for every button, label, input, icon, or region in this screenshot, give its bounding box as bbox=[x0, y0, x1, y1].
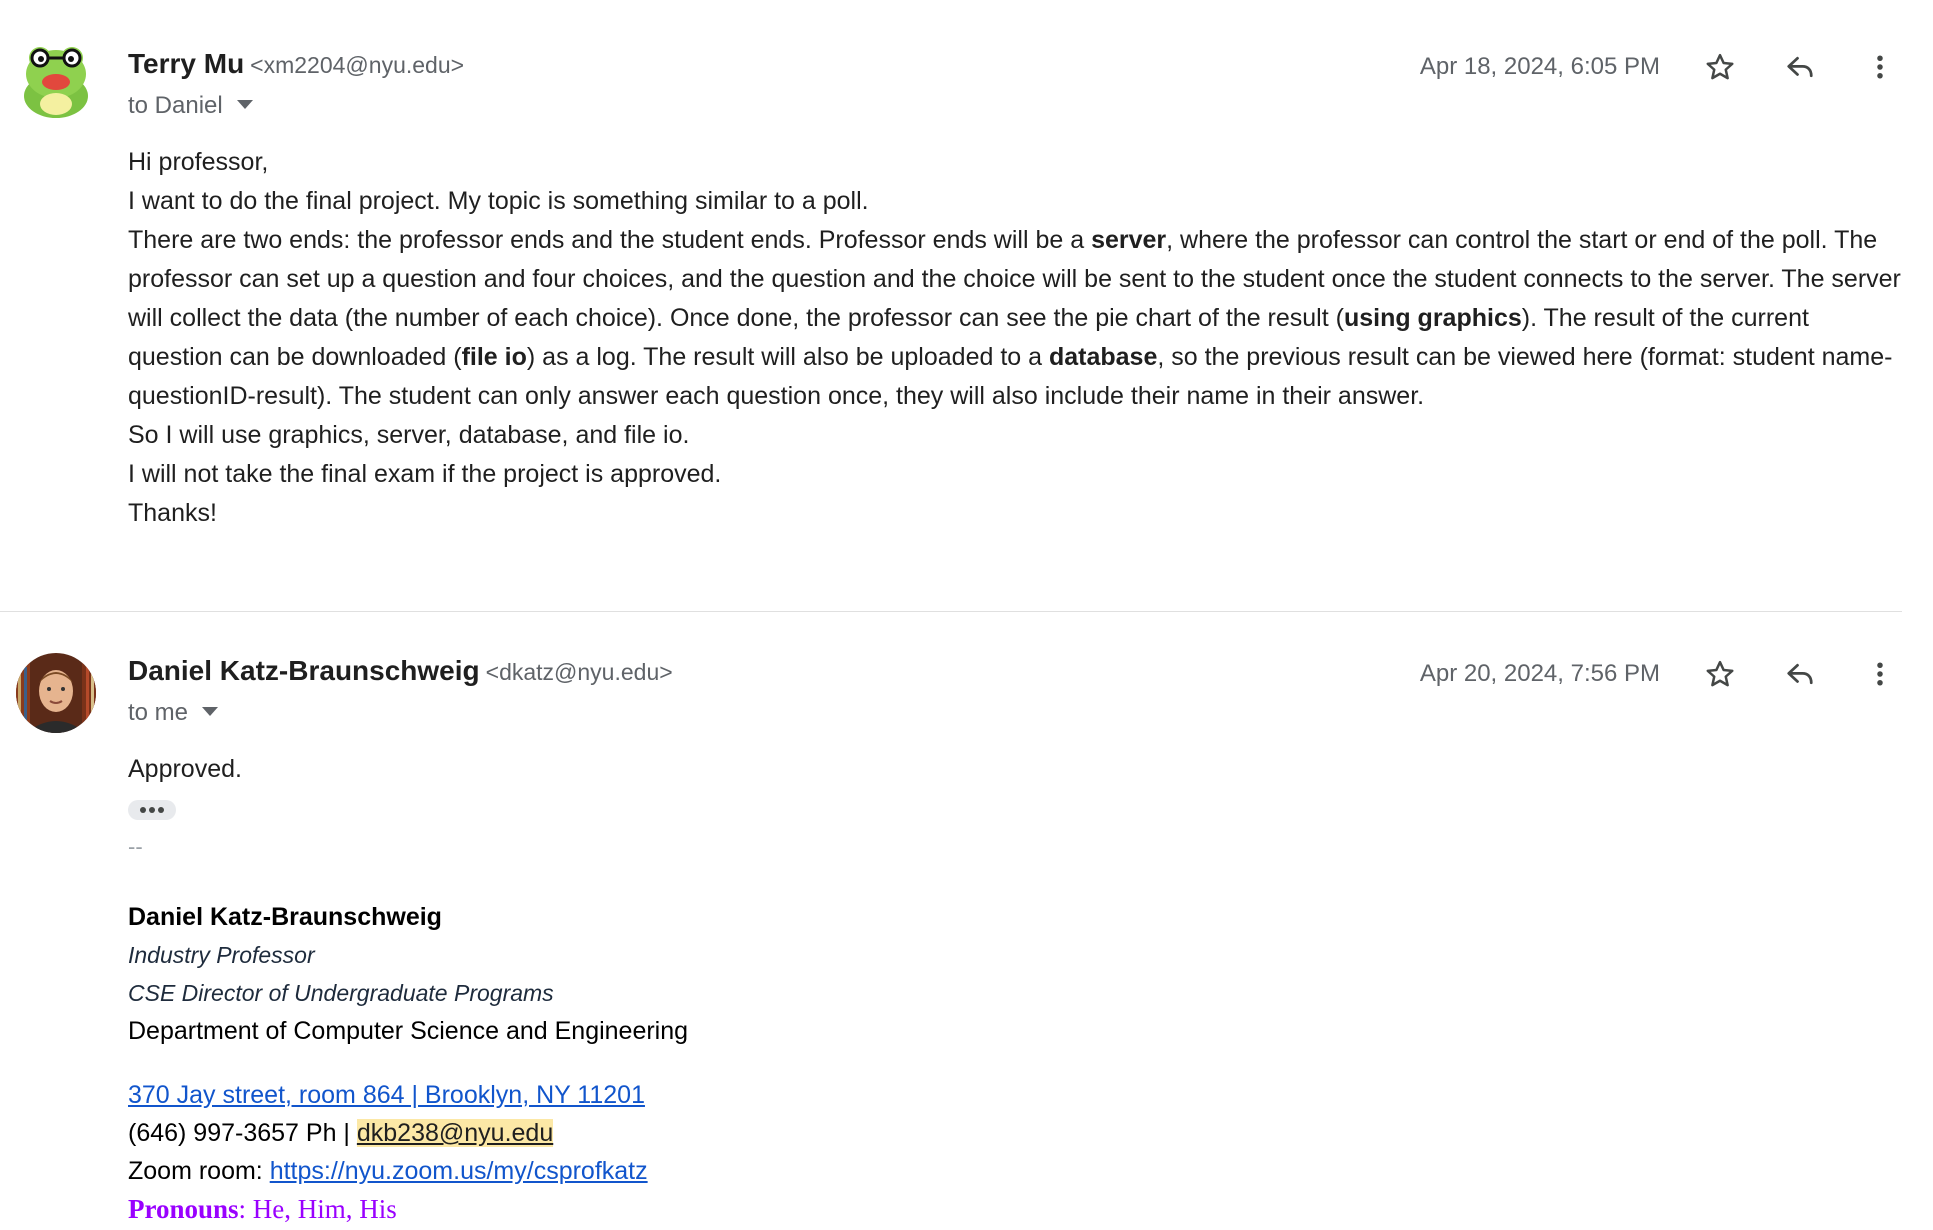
message-date: Apr 18, 2024, 6:05 PM bbox=[1419, 53, 1660, 80]
signature-name: Daniel Katz-Braunschweig bbox=[128, 903, 442, 931]
body-paragraph: So I will use graphics, server, database… bbox=[128, 421, 690, 449]
star-icon bbox=[1706, 53, 1734, 80]
zoom-label: Zoom room: bbox=[128, 1157, 270, 1185]
message-date: Apr 20, 2024, 7:56 PM bbox=[1419, 660, 1660, 687]
sender-line: Daniel Katz-Braunschweig <dkatz@nyu.edu> bbox=[128, 655, 673, 687]
recipient-line[interactable]: to me bbox=[128, 699, 219, 727]
chevron-down-icon[interactable] bbox=[202, 707, 219, 717]
avatar[interactable] bbox=[16, 653, 96, 733]
sender-name[interactable]: Terry Mu bbox=[128, 48, 244, 79]
signature-department: Department of Computer Science and Engin… bbox=[128, 1017, 689, 1045]
phone-number: (646) 997-3657 Ph | bbox=[128, 1119, 357, 1147]
signature: Daniel Katz-Braunschweig Industry Profes… bbox=[128, 898, 688, 1228]
chevron-down-icon[interactable] bbox=[236, 100, 253, 110]
more-horiz-icon bbox=[128, 800, 176, 820]
pronouns-value: : He, Him, His bbox=[238, 1194, 397, 1224]
body-paragraph: There are two ends: the professor ends a… bbox=[128, 226, 1901, 410]
email-link[interactable]: dkb238@nyu.edu bbox=[356, 1119, 554, 1147]
star-button[interactable] bbox=[1696, 650, 1744, 698]
zoom-line: Zoom room: https://nyu.zoom.us/my/csprof… bbox=[128, 1152, 688, 1190]
body-paragraph: Thanks! bbox=[128, 499, 217, 527]
reply-icon bbox=[1787, 663, 1813, 685]
sender-email: <xm2204@nyu.edu> bbox=[250, 52, 465, 78]
more-vert-icon bbox=[1877, 55, 1883, 79]
reply-button[interactable] bbox=[1776, 43, 1824, 91]
recipient-label: to Daniel bbox=[128, 92, 223, 119]
message-body: Approved. bbox=[128, 750, 1908, 789]
signature-title: CSE Director of Undergraduate Programs bbox=[128, 980, 554, 1006]
star-button[interactable] bbox=[1696, 43, 1744, 91]
message-body: Hi professor, I want to do the final pro… bbox=[128, 143, 1908, 533]
phone-line: (646) 997-3657 Ph | dkb238@nyu.edu bbox=[128, 1114, 688, 1152]
body-paragraph: Approved. bbox=[128, 755, 242, 783]
more-vert-icon bbox=[1877, 662, 1883, 686]
more-options-button[interactable] bbox=[1856, 43, 1904, 91]
sender-line: Terry Mu <xm2204@nyu.edu> bbox=[128, 48, 464, 80]
pronouns-line: Pronouns: He, Him, His bbox=[128, 1190, 688, 1228]
sender-email: <dkatz@nyu.edu> bbox=[485, 659, 673, 685]
body-paragraph: Hi professor, bbox=[128, 148, 269, 176]
body-paragraph: I will not take the final exam if the pr… bbox=[128, 460, 722, 488]
sender-name[interactable]: Daniel Katz-Braunschweig bbox=[128, 655, 480, 686]
reply-button[interactable] bbox=[1776, 650, 1824, 698]
zoom-link[interactable]: https://nyu.zoom.us/my/csprofkatz bbox=[270, 1157, 648, 1185]
recipient-line[interactable]: to Daniel bbox=[128, 92, 253, 120]
body-paragraph: I want to do the final project. My topic… bbox=[128, 187, 869, 215]
recipient-label: to me bbox=[128, 699, 189, 726]
address-link[interactable]: 370 Jay street, room 864 | Brooklyn, NY … bbox=[128, 1081, 645, 1109]
more-options-button[interactable] bbox=[1856, 650, 1904, 698]
star-icon bbox=[1706, 660, 1734, 687]
show-trimmed-content-button[interactable] bbox=[128, 800, 176, 820]
signature-separator: -- bbox=[128, 834, 143, 859]
signature-title: Industry Professor bbox=[128, 942, 315, 968]
pronouns-label: Pronouns bbox=[128, 1194, 239, 1224]
reply-icon bbox=[1787, 56, 1813, 78]
message-divider bbox=[0, 611, 1902, 612]
frog-avatar[interactable] bbox=[16, 40, 96, 120]
